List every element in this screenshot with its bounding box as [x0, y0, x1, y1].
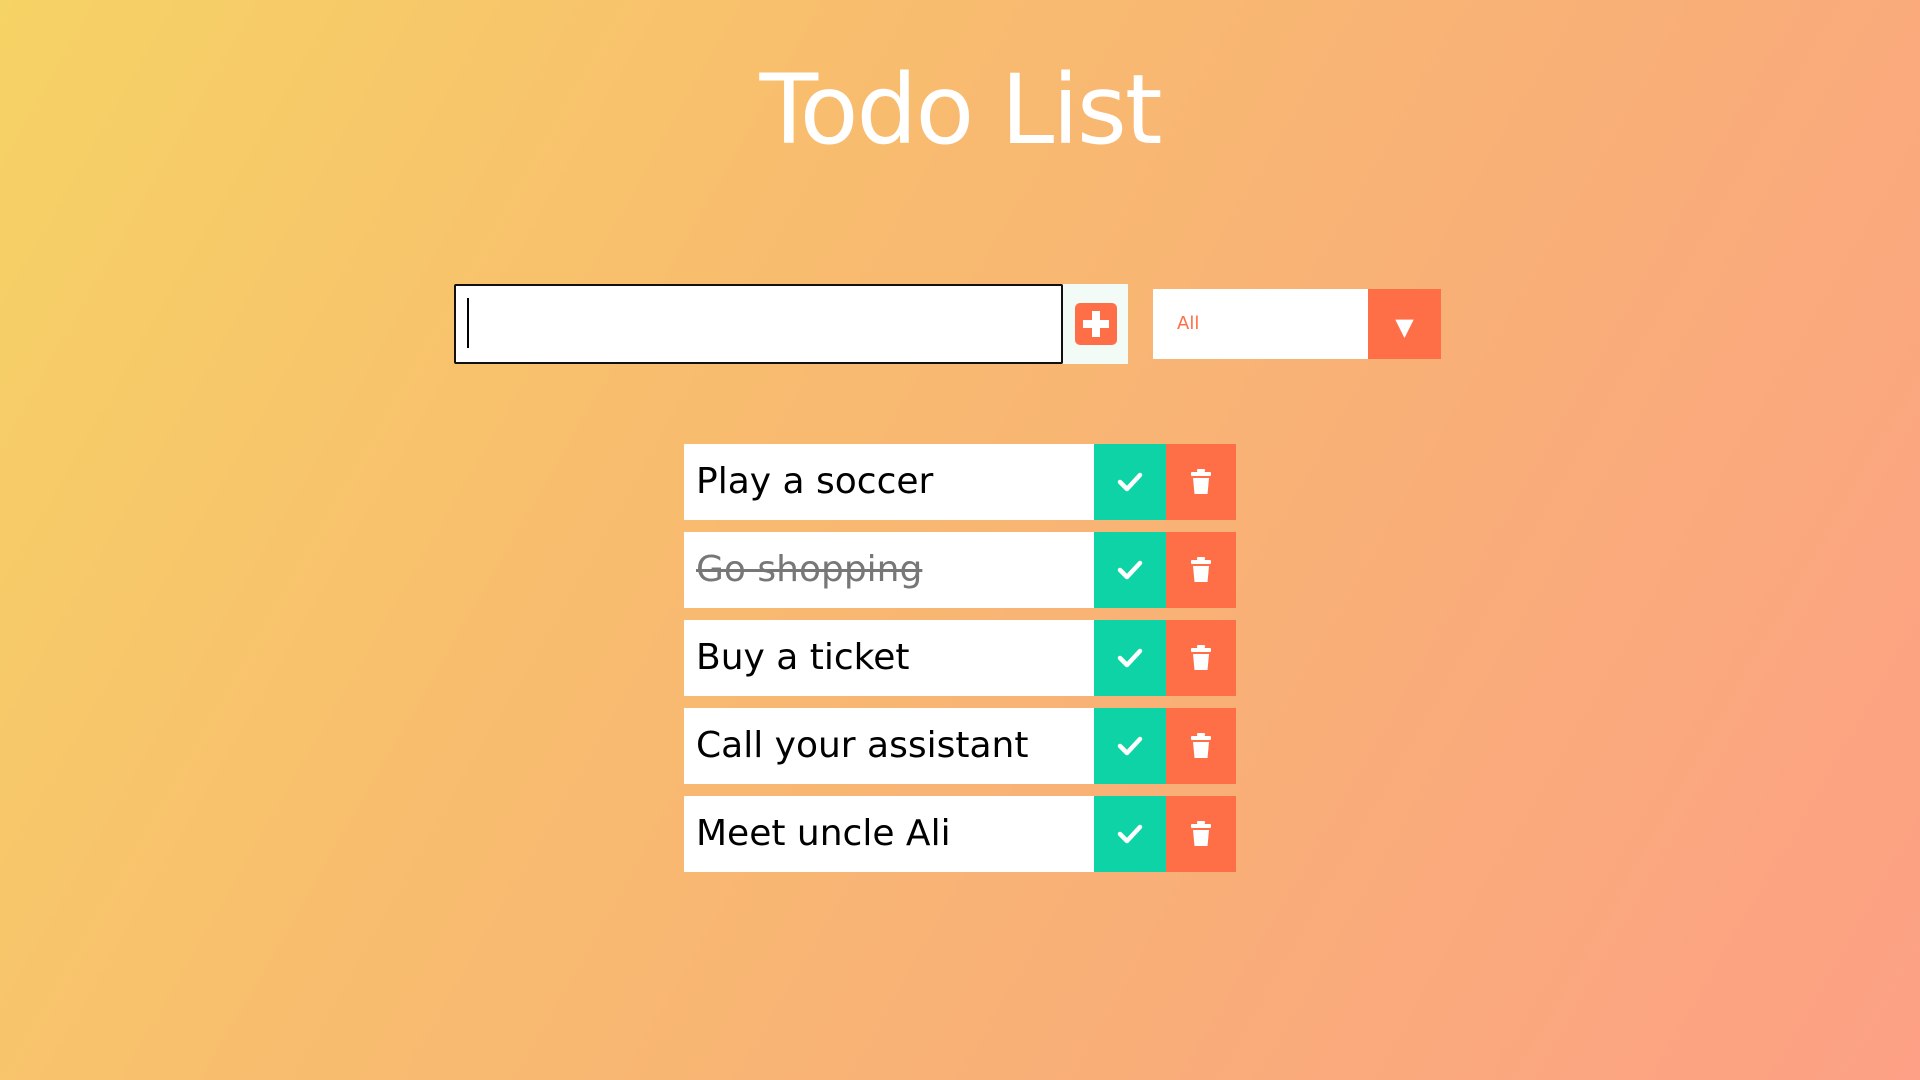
todo-text: Meet uncle Ali: [684, 796, 1094, 872]
todo-item: Meet uncle Ali: [684, 796, 1236, 872]
complete-button[interactable]: [1094, 708, 1166, 784]
trash-icon: [1191, 557, 1211, 582]
todo-text: Call your assistant: [684, 708, 1094, 784]
delete-button[interactable]: [1166, 620, 1236, 696]
todo-input[interactable]: [454, 284, 1063, 364]
todo-item: Call your assistant: [684, 708, 1236, 784]
todo-input-wrapper: [454, 284, 1063, 364]
caret-down-icon[interactable]: ▼: [1368, 289, 1441, 359]
delete-button[interactable]: [1166, 708, 1236, 784]
todo-form: [454, 284, 1128, 364]
complete-button[interactable]: [1094, 796, 1166, 872]
filter-select[interactable]: All ▼: [1153, 289, 1441, 359]
todo-item: Buy a ticket: [684, 620, 1236, 696]
complete-button[interactable]: [1094, 444, 1166, 520]
trash-icon: [1191, 821, 1211, 846]
text-caret: [467, 298, 469, 348]
delete-button[interactable]: [1166, 444, 1236, 520]
todo-item: Play a soccer: [684, 444, 1236, 520]
plus-square-icon: [1074, 303, 1117, 345]
trash-icon: [1191, 733, 1211, 758]
todo-text: Play a soccer: [684, 444, 1094, 520]
check-icon: [1117, 648, 1143, 668]
delete-button[interactable]: [1166, 532, 1236, 608]
todo-list: Play a soccer Go shopping Buy a ticket C…: [684, 444, 1236, 884]
add-todo-button[interactable]: [1063, 284, 1128, 364]
check-icon: [1117, 736, 1143, 756]
filter-selected-value[interactable]: All: [1153, 289, 1368, 359]
todo-text: Go shopping: [684, 532, 1094, 608]
complete-button[interactable]: [1094, 620, 1166, 696]
check-icon: [1117, 472, 1143, 492]
check-icon: [1117, 560, 1143, 580]
page-title: Todo List: [759, 54, 1162, 166]
check-icon: [1117, 824, 1143, 844]
trash-icon: [1191, 469, 1211, 494]
delete-button[interactable]: [1166, 796, 1236, 872]
todo-item: Go shopping: [684, 532, 1236, 608]
complete-button[interactable]: [1094, 532, 1166, 608]
todo-text: Buy a ticket: [684, 620, 1094, 696]
trash-icon: [1191, 645, 1211, 670]
